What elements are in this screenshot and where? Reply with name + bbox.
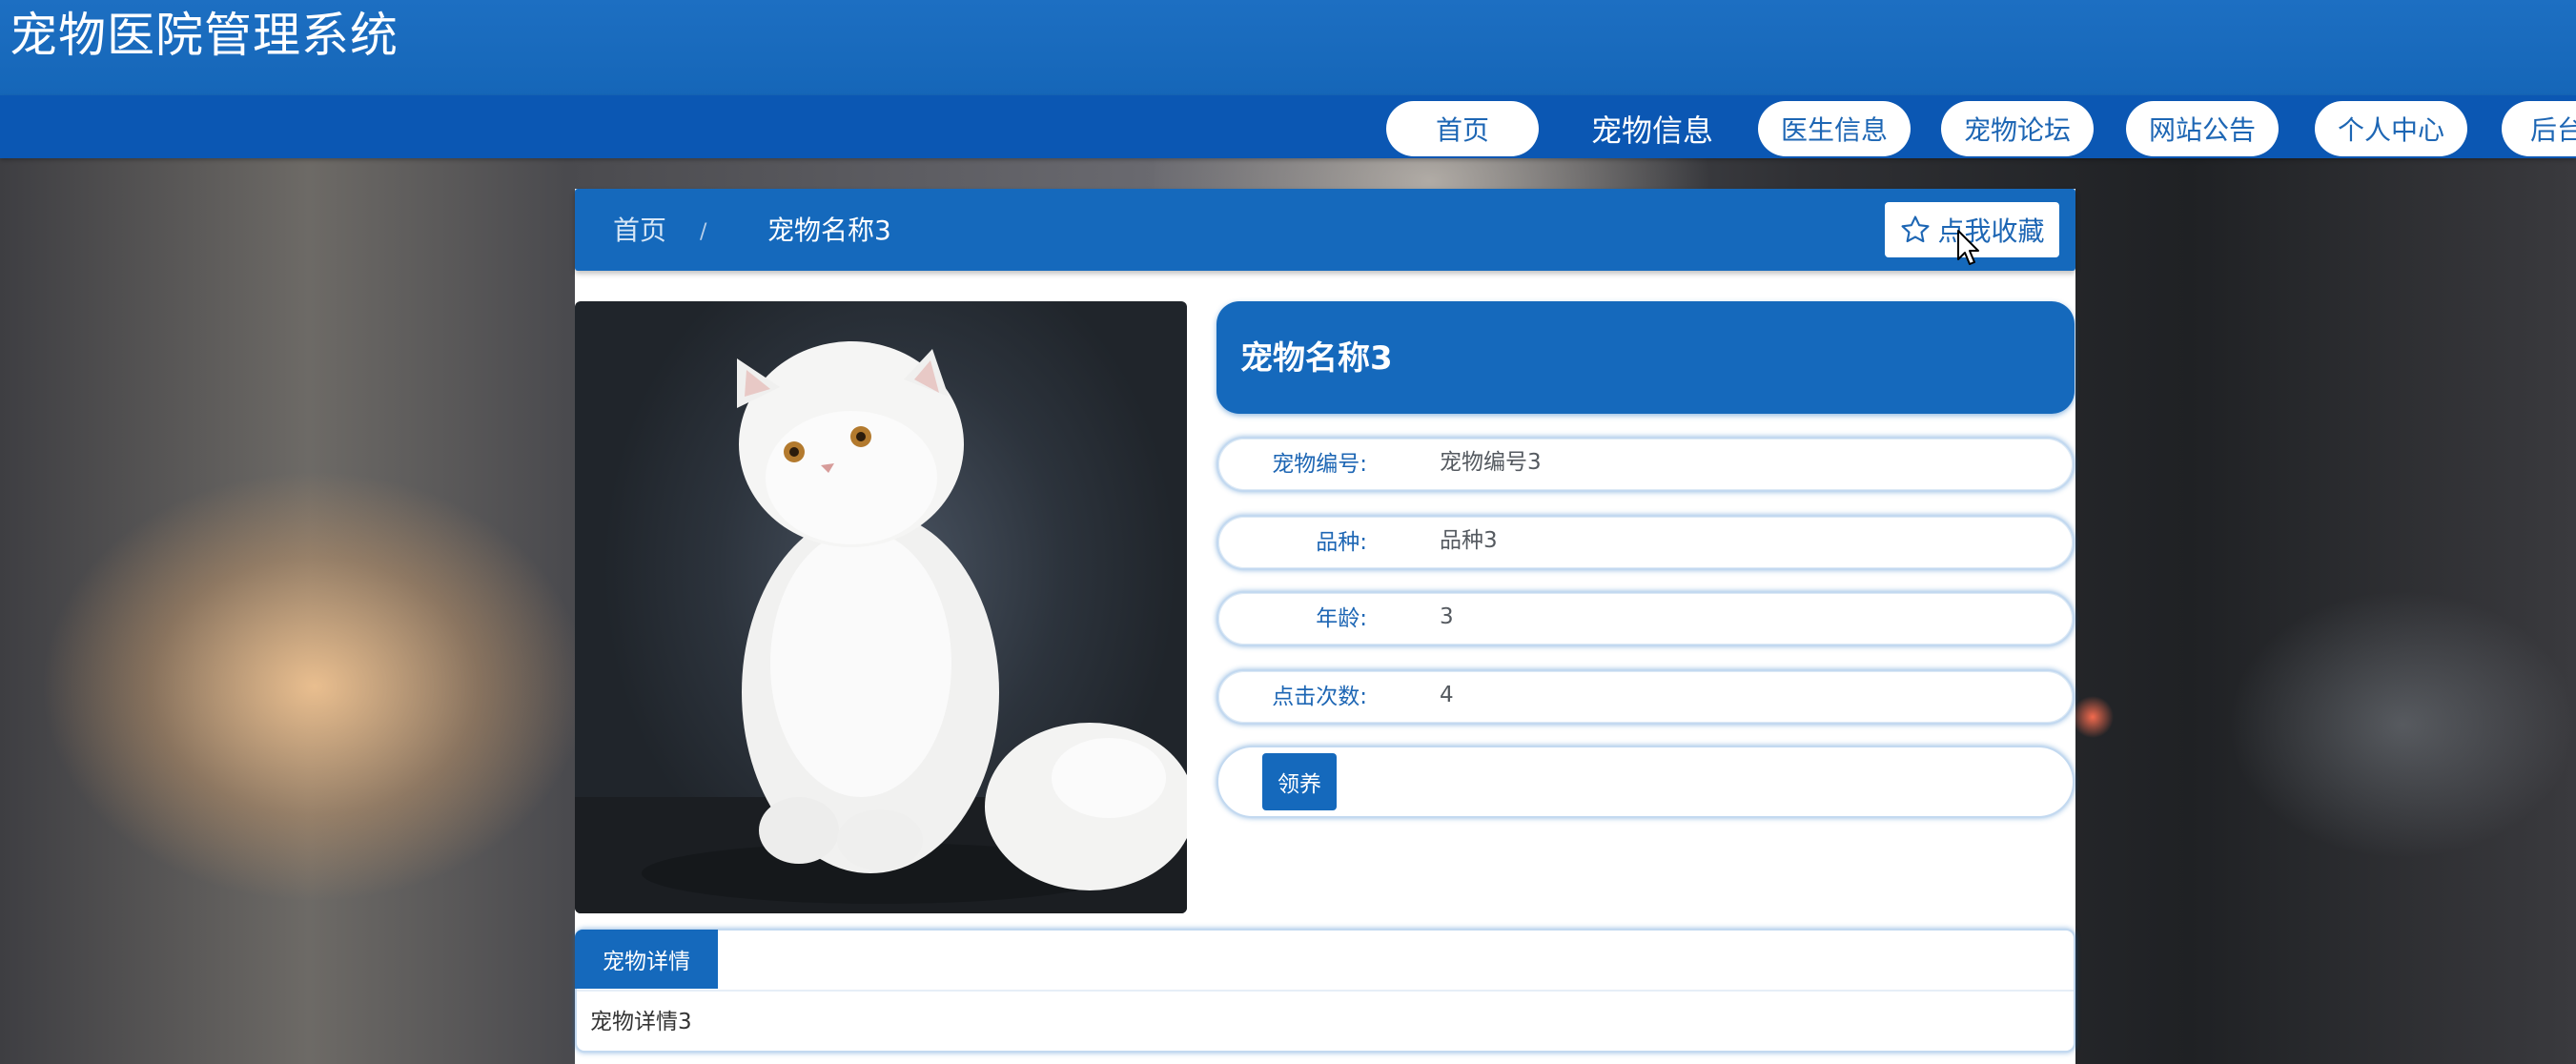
favorite-button-label: 点我收藏 <box>1937 215 2045 247</box>
detail-divider <box>577 990 2074 992</box>
nav-item-admin[interactable]: 后台管理 <box>2502 101 2576 156</box>
nav-item-pet-forum[interactable]: 宠物论坛 <box>1941 101 2094 156</box>
adopt-row <box>1216 746 2075 818</box>
info-value-click-count: 4 <box>1440 683 1454 707</box>
nav-item-doctor-info[interactable]: 医生信息 <box>1758 101 1911 156</box>
info-value-breed: 品种3 <box>1440 528 1498 553</box>
star-outline-icon <box>1901 215 1931 243</box>
info-label-pet-id: 宠物编号: <box>1272 452 1367 477</box>
info-label-click-count: 点击次数: <box>1272 685 1367 709</box>
info-label-age: 年龄: <box>1316 606 1367 631</box>
pet-detail-content: 宠物详情3 <box>590 1010 692 1034</box>
nav-item-announcements[interactable]: 网站公告 <box>2126 101 2279 156</box>
nav-item-personal-center[interactable]: 个人中心 <box>2315 101 2467 156</box>
adopt-button[interactable]: 领养 <box>1262 753 1337 810</box>
info-label-breed: 品种: <box>1316 530 1367 555</box>
info-value-age: 3 <box>1440 604 1454 629</box>
nav-item-home[interactable]: 首页 <box>1386 101 1539 156</box>
breadcrumb-current: 宠物名称3 <box>767 215 891 246</box>
site-title: 宠物医院管理系统 <box>10 8 399 63</box>
pet-photo <box>575 301 1187 913</box>
nav-item-pet-info[interactable]: 宠物信息 <box>1573 101 1731 156</box>
info-value-pet-id: 宠物编号3 <box>1440 450 1542 475</box>
mouse-cursor-icon <box>1957 230 1979 265</box>
breadcrumb-separator: / <box>700 220 707 244</box>
breadcrumb-home-link[interactable]: 首页 <box>613 210 666 252</box>
pet-name-title: 宠物名称3 <box>1240 339 1393 378</box>
tab-pet-detail[interactable]: 宠物详情 <box>575 930 718 989</box>
